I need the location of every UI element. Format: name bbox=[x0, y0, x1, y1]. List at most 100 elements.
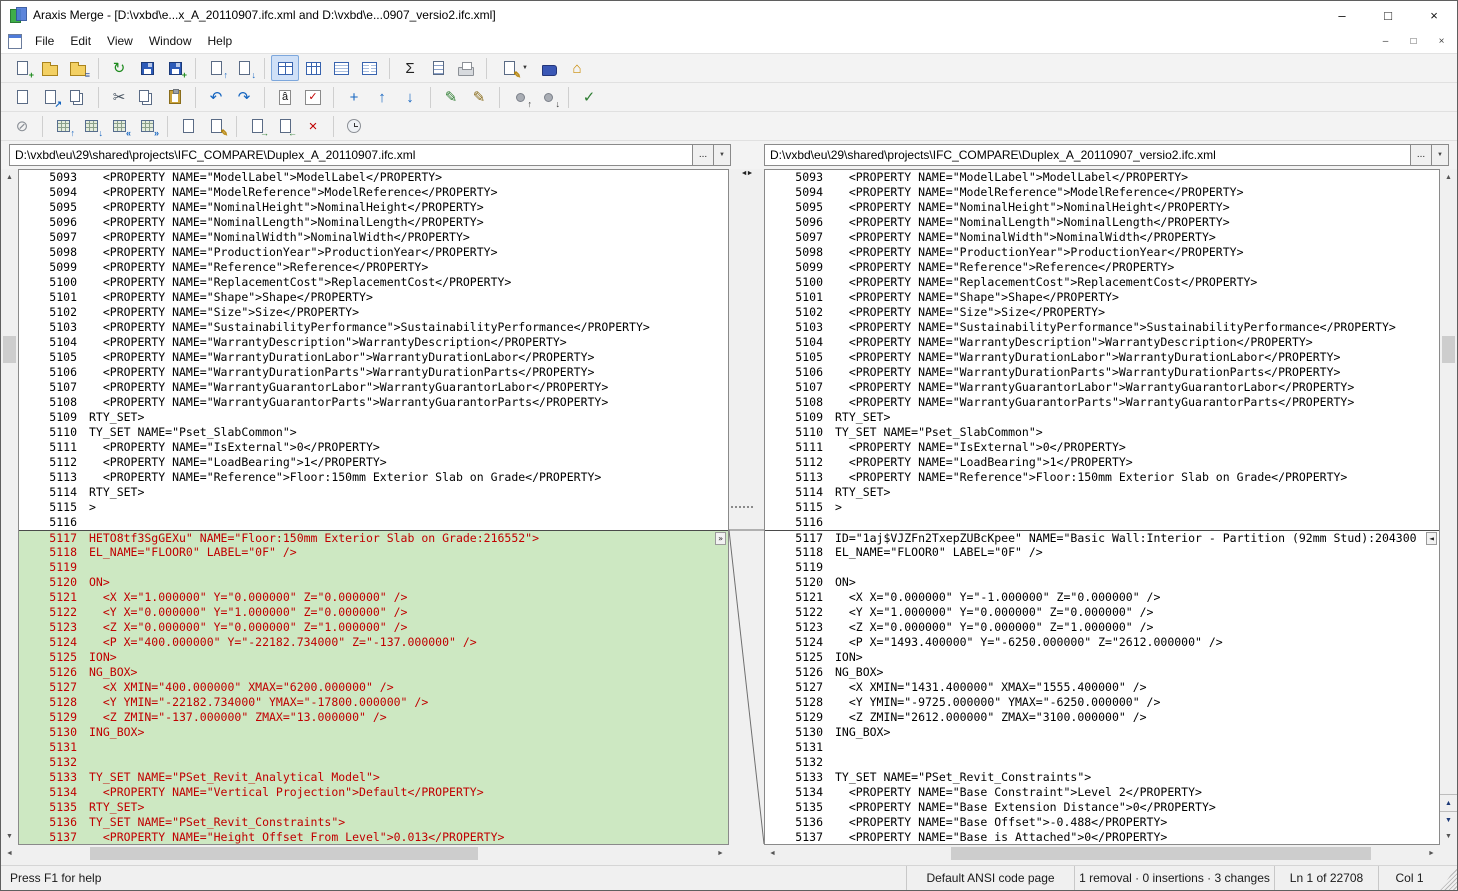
code-line[interactable]: 5134 <PROPERTY NAME="Vertical Projection… bbox=[19, 785, 728, 800]
maximize-button[interactable]: □ bbox=[1365, 1, 1411, 29]
options-button[interactable]: ✎▼ bbox=[493, 55, 535, 81]
home-button[interactable]: ⌂ bbox=[563, 55, 591, 81]
code-line[interactable]: 5103 <PROPERTY NAME="SustainabilityPerfo… bbox=[19, 320, 728, 335]
save-button[interactable] bbox=[133, 55, 161, 81]
menu-view[interactable]: View bbox=[99, 29, 141, 53]
next-block-button[interactable]: ↓ bbox=[77, 113, 105, 139]
first-block-button[interactable]: « bbox=[105, 113, 133, 139]
right-hscroll-track[interactable] bbox=[781, 845, 1423, 862]
code-line[interactable]: 5106 <PROPERTY NAME="WarrantyDurationPar… bbox=[19, 365, 728, 380]
code-line[interactable]: 5116 bbox=[765, 515, 1439, 530]
two-way-view-button[interactable] bbox=[271, 55, 299, 81]
code-line[interactable]: 5107 <PROPERTY NAME="WarrantyGuarantorLa… bbox=[19, 380, 728, 395]
edit-second-file-button[interactable]: ✎ bbox=[465, 84, 493, 110]
code-line[interactable]: 5132 bbox=[765, 755, 1439, 770]
code-line[interactable]: 5135 <PROPERTY NAME="Base Extension Dist… bbox=[765, 800, 1439, 815]
code-line[interactable]: 5099 <PROPERTY NAME="Reference">Referenc… bbox=[765, 260, 1439, 275]
copy-to-right-button[interactable]: → bbox=[243, 113, 271, 139]
right-hscroll-thumb[interactable] bbox=[951, 847, 1371, 860]
code-line[interactable]: 5133TY_SET NAME="PSet_Revit_Analytical M… bbox=[19, 770, 728, 785]
menu-file[interactable]: File bbox=[27, 29, 62, 53]
code-line[interactable]: 5111 <PROPERTY NAME="IsExternal">0</PROP… bbox=[765, 440, 1439, 455]
code-line[interactable]: 5137 <PROPERTY NAME="Base is Attached">0… bbox=[765, 830, 1439, 845]
code-line[interactable]: 5134 <PROPERTY NAME="Base Constraint">Le… bbox=[765, 785, 1439, 800]
refresh-button[interactable]: ↻ bbox=[105, 55, 133, 81]
code-line[interactable]: 5108 <PROPERTY NAME="WarrantyGuarantorPa… bbox=[765, 395, 1439, 410]
code-line[interactable]: 5125ION> bbox=[765, 650, 1439, 665]
folder-comparison-button[interactable]: ≡ bbox=[64, 55, 92, 81]
report-button[interactable] bbox=[424, 55, 452, 81]
previous-difference-icon[interactable]: ▲ bbox=[1440, 794, 1457, 811]
code-line[interactable]: 5129 <Z ZMIN="2612.000000" ZMAX="3100.00… bbox=[765, 710, 1439, 725]
code-line[interactable]: 5126NG_BOX> bbox=[765, 665, 1439, 680]
code-line[interactable]: 5097 <PROPERTY NAME="NominalWidth">Nomin… bbox=[765, 230, 1439, 245]
previous-block-button[interactable]: ↑ bbox=[49, 113, 77, 139]
in-place-editing-button[interactable]: ✓ bbox=[299, 84, 327, 110]
code-line[interactable]: 5096 <PROPERTY NAME="NominalLength">Nomi… bbox=[19, 215, 728, 230]
left-path-dropdown[interactable]: ▼ bbox=[714, 144, 731, 166]
code-line[interactable]: 5115> bbox=[765, 500, 1439, 515]
code-line[interactable]: 5097 <PROPERTY NAME="NominalWidth">Nomin… bbox=[19, 230, 728, 245]
code-line[interactable]: 5128 <Y YMIN="-22182.734000" YMAX="-1780… bbox=[19, 695, 728, 710]
left-file-pane[interactable]: 5093 <PROPERTY NAME="ModelLabel">ModelLa… bbox=[18, 169, 729, 845]
automatic-merge-button[interactable]: ✓ bbox=[575, 84, 603, 110]
code-line[interactable]: 5120ON> bbox=[765, 575, 1439, 590]
code-line[interactable]: 5112 <PROPERTY NAME="LoadBearing">1</PRO… bbox=[19, 455, 728, 470]
code-line[interactable]: 5102 <PROPERTY NAME="Size">Size</PROPERT… bbox=[19, 305, 728, 320]
code-line[interactable]: 5113 <PROPERTY NAME="Reference">Floor:15… bbox=[19, 470, 728, 485]
mdi-restore-button[interactable]: □ bbox=[1401, 32, 1426, 51]
code-line[interactable]: 5095 <PROPERTY NAME="NominalHeight">Nomi… bbox=[19, 200, 728, 215]
code-line[interactable]: 5136 <PROPERTY NAME="Base Offset">-0.488… bbox=[765, 815, 1439, 830]
code-line[interactable]: 5118EL_NAME="FLOOR0" LABEL="0F" /> bbox=[19, 545, 728, 560]
code-line[interactable]: 5109RTY_SET> bbox=[19, 410, 728, 425]
left-horizontal-scrollbar[interactable]: ◄ ► bbox=[1, 845, 729, 862]
menu-help[interactable]: Help bbox=[200, 29, 241, 53]
cancel-button[interactable]: ⊘ bbox=[8, 113, 36, 139]
right-file-pane[interactable]: 5093 <PROPERTY NAME="ModelLabel">ModelLa… bbox=[764, 169, 1440, 845]
code-line[interactable]: 5120ON> bbox=[19, 575, 728, 590]
code-line[interactable]: 5110TY_SET NAME="Pset_SlabCommon"> bbox=[19, 425, 728, 440]
next-change-button[interactable]: ↓ bbox=[534, 84, 562, 110]
right-path-dropdown[interactable]: ▼ bbox=[1432, 144, 1449, 166]
code-line[interactable]: 5094 <PROPERTY NAME="ModelReference">Mod… bbox=[765, 185, 1439, 200]
scroll-right-icon[interactable]: ► bbox=[1423, 845, 1440, 862]
character-options-button[interactable]: â bbox=[271, 84, 299, 110]
previous-bookmark-button[interactable]: ↓ bbox=[396, 84, 424, 110]
scroll-left-icon[interactable]: ◄ bbox=[1, 845, 18, 862]
code-line[interactable]: 5108 <PROPERTY NAME="WarrantyGuarantorPa… bbox=[19, 395, 728, 410]
code-line[interactable]: 5122 <Y X="0.000000" Y="1.000000" Z="0.0… bbox=[19, 605, 728, 620]
code-line[interactable]: 5119 bbox=[19, 560, 728, 575]
open-file-button[interactable]: ↗ bbox=[36, 84, 64, 110]
left-browse-button[interactable]: ... bbox=[693, 144, 714, 166]
new-file-button[interactable] bbox=[8, 84, 36, 110]
cut-button[interactable]: ✂ bbox=[105, 84, 133, 110]
right-scrollbar-track[interactable] bbox=[1440, 186, 1457, 794]
code-line[interactable]: 5127 <X XMIN="1431.400000" XMAX="1555.40… bbox=[765, 680, 1439, 695]
statistics-button[interactable]: Σ bbox=[396, 55, 424, 81]
close-button[interactable]: × bbox=[1411, 1, 1457, 29]
code-line[interactable]: 5093 <PROPERTY NAME="ModelLabel">ModelLa… bbox=[19, 170, 728, 185]
code-line[interactable]: 5122 <Y X="1.000000" Y="0.000000" Z="0.0… bbox=[765, 605, 1439, 620]
code-line[interactable]: 5098 <PROPERTY NAME="ProductionYear">Pro… bbox=[765, 245, 1439, 260]
scroll-up-icon[interactable]: ▲ bbox=[1, 169, 18, 186]
right-vertical-scrollbar[interactable]: ▲ ▲ ▼ ▼ bbox=[1440, 169, 1457, 845]
right-file-path-field[interactable]: D:\vxbd\eu\29\shared\projects\IFC_COMPAR… bbox=[764, 144, 1411, 166]
scroll-left-icon[interactable]: ◄ bbox=[764, 845, 781, 862]
right-horizontal-scrollbar[interactable]: ◄ ► bbox=[764, 845, 1440, 862]
scroll-right-icon[interactable]: ► bbox=[712, 845, 729, 862]
code-line[interactable]: 5124 <P X="1493.400000" Y="-6250.000000"… bbox=[765, 635, 1439, 650]
code-line[interactable]: 5103 <PROPERTY NAME="SustainabilityPerfo… bbox=[765, 320, 1439, 335]
code-line[interactable]: 5100 <PROPERTY NAME="ReplacementCost">Re… bbox=[19, 275, 728, 290]
next-difference-icon[interactable]: ▼ bbox=[1440, 811, 1457, 828]
left-hscroll-track[interactable] bbox=[18, 845, 712, 862]
code-line[interactable]: 5114RTY_SET> bbox=[765, 485, 1439, 500]
status-encoding[interactable]: Default ANSI code page bbox=[906, 866, 1074, 890]
code-line[interactable]: 5137 <PROPERTY NAME="Height Offset From … bbox=[19, 830, 728, 845]
open-comparison-button[interactable] bbox=[36, 55, 64, 81]
code-line[interactable]: 5100 <PROPERTY NAME="ReplacementCost">Re… bbox=[765, 275, 1439, 290]
copy-button[interactable] bbox=[133, 84, 161, 110]
left-scrollbar-track[interactable] bbox=[1, 186, 18, 828]
scroll-down-icon[interactable]: ▼ bbox=[1440, 828, 1457, 845]
scroll-down-icon[interactable]: ▼ bbox=[1, 828, 18, 845]
merged-view-button[interactable] bbox=[355, 55, 383, 81]
